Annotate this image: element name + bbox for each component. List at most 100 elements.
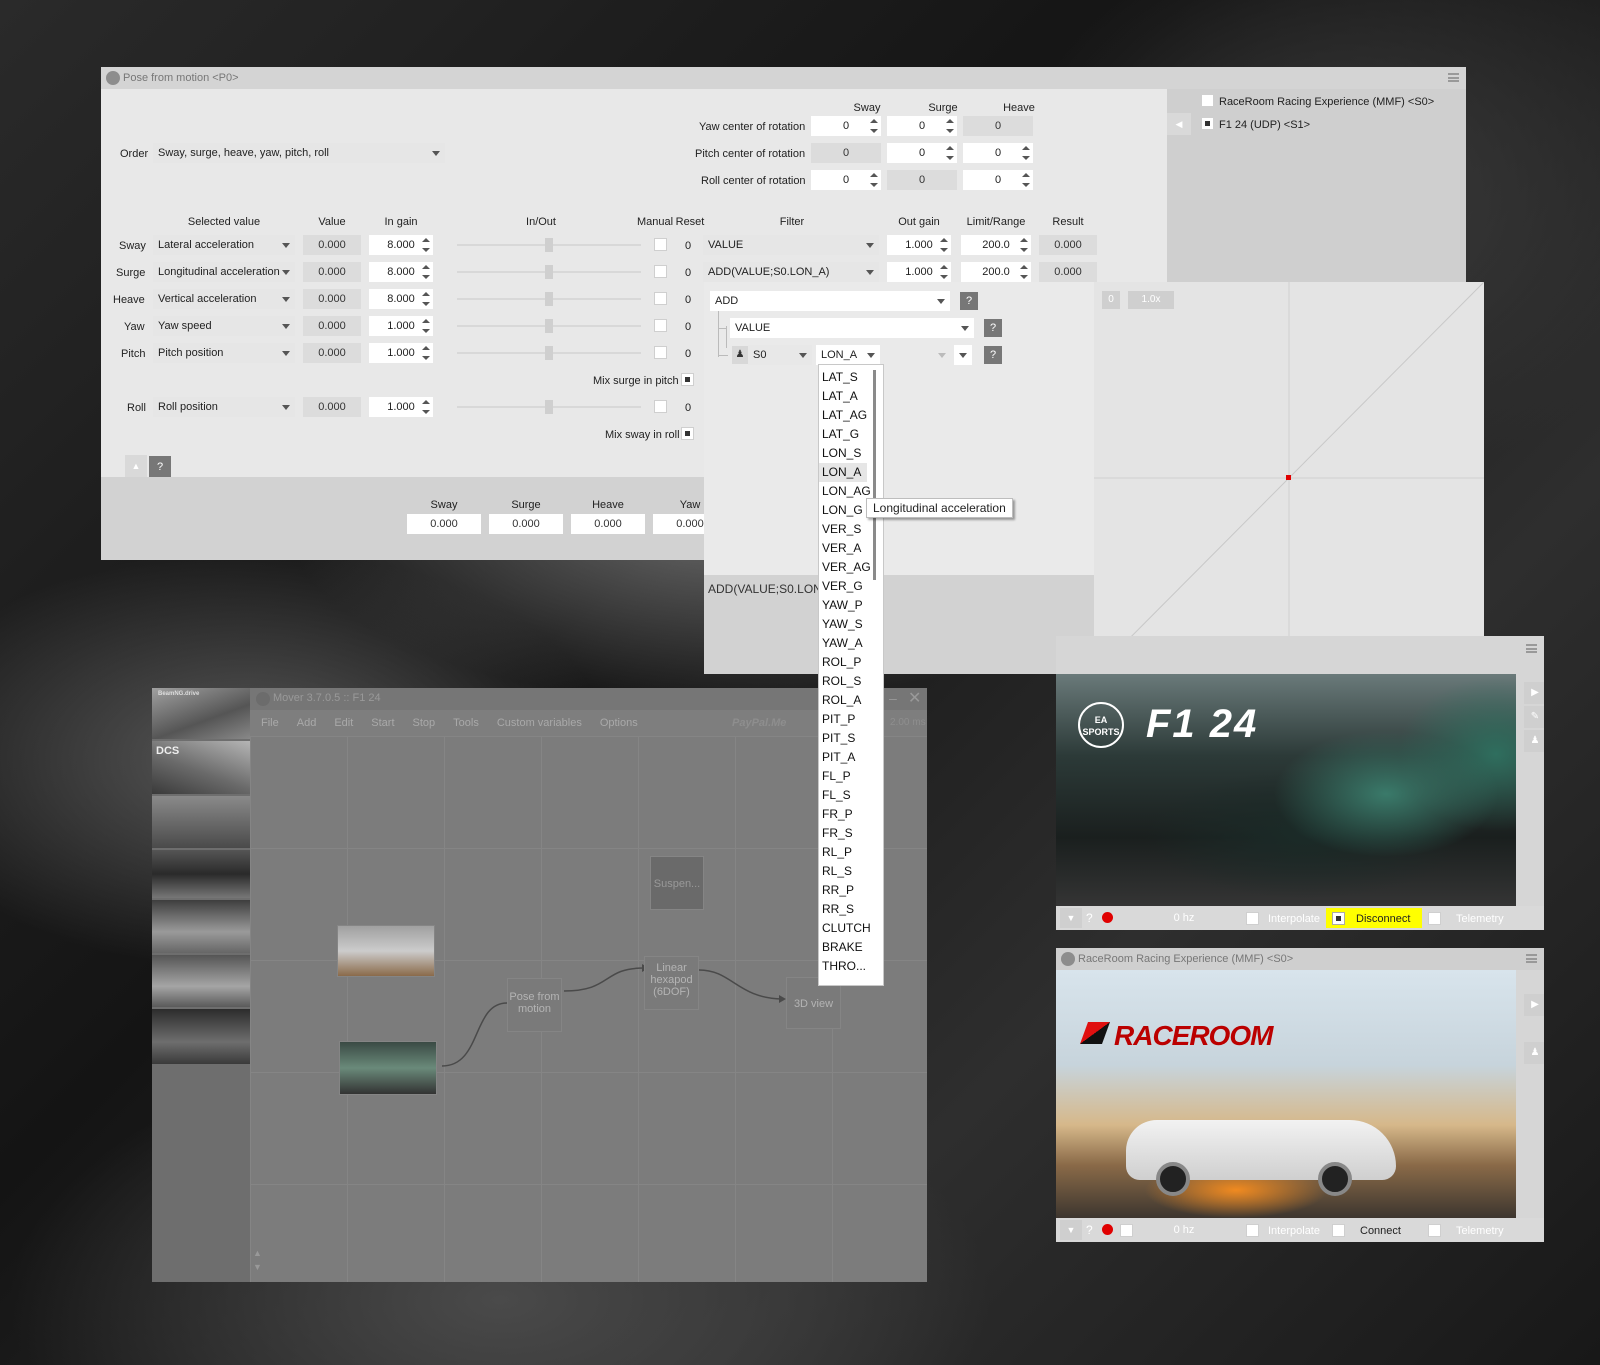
reset-value[interactable]: 0 (685, 267, 691, 279)
f1-interpolate-checkbox[interactable] (1246, 912, 1259, 925)
channel-option[interactable]: BRAKE (819, 938, 867, 957)
raceroom-connect-checkbox[interactable] (1332, 1224, 1345, 1237)
aux-dropdown-caret[interactable] (938, 353, 946, 358)
channel-option[interactable]: PIT_S (819, 729, 867, 748)
raceroom-record-button[interactable] (1102, 1224, 1113, 1235)
channel-option[interactable]: LAT_S (819, 368, 867, 387)
selected-value-dropdown[interactable]: Longitudinal acceleration (153, 262, 295, 282)
channel-option[interactable]: VER_A (819, 539, 867, 558)
reset-value[interactable]: 0 (685, 294, 691, 306)
channel-option[interactable]: VER_G (819, 577, 867, 596)
channel-option[interactable]: YAW_S (819, 615, 867, 634)
raceroom-connect-label[interactable]: Connect (1360, 1225, 1401, 1237)
in-out-slider[interactable] (457, 289, 641, 309)
f1-play-icon[interactable]: ▶ (1524, 682, 1544, 704)
reset-value[interactable]: 0 (685, 240, 691, 252)
options-scrollbar[interactable] (873, 370, 876, 580)
node-raceroom-source[interactable] (337, 925, 435, 977)
raceroom-collapse-button[interactable]: ▼ (1060, 1220, 1082, 1240)
channel-option[interactable]: LAT_A (819, 387, 867, 406)
manual-checkbox[interactable] (654, 292, 667, 305)
f1-collapse-button[interactable]: ▼ (1060, 908, 1082, 928)
node-f1-source[interactable] (339, 1041, 437, 1095)
filter-dropdown[interactable]: ADD(VALUE;S0.LON_A) (703, 262, 879, 282)
reset-value[interactable]: 0 (685, 402, 691, 414)
raceroom-joystick-icon[interactable]: ♟ (1524, 1042, 1544, 1064)
pitch-center-heave[interactable]: 0 (963, 143, 1033, 163)
raceroom-telemetry-checkbox[interactable] (1428, 1224, 1441, 1237)
channel-options-list[interactable]: LAT_S LAT_A LAT_AG LAT_G LON_S LON_A LON_AG LON… (818, 364, 884, 986)
channel-option[interactable]: ROL_A (819, 691, 867, 710)
in-gain-spinner[interactable]: 8.000 (369, 262, 433, 282)
channel-option[interactable]: RR_S (819, 900, 867, 919)
filter-op-dropdown[interactable]: ADD (710, 291, 950, 311)
f1-joystick-icon[interactable]: ♟ (1524, 730, 1544, 752)
collapse-up-button[interactable]: ▲ (125, 455, 147, 477)
manual-checkbox[interactable] (654, 400, 667, 413)
in-out-slider[interactable] (457, 235, 641, 255)
roll-center-sway[interactable]: 0 (811, 170, 881, 190)
manual-checkbox[interactable] (654, 319, 667, 332)
manual-checkbox[interactable] (654, 238, 667, 251)
channel-option[interactable]: FR_P (819, 805, 867, 824)
selected-value-dropdown[interactable]: Vertical acceleration (153, 289, 295, 309)
channel-option[interactable]: VER_AG (819, 558, 871, 577)
help-button[interactable]: ? (149, 456, 171, 478)
yaw-center-sway[interactable]: 0 (811, 116, 881, 136)
channel-option[interactable]: FL_S (819, 786, 867, 805)
filter-value-help[interactable]: ? (984, 319, 1002, 337)
out-gain-spinner[interactable]: 1.000 (887, 235, 951, 255)
channel-option[interactable]: PIT_A (819, 748, 867, 767)
out-gain-spinner[interactable]: 1.000 (887, 262, 951, 282)
source-checkbox-s0[interactable] (1201, 94, 1214, 107)
in-gain-spinner[interactable]: 1.000 (369, 397, 433, 417)
node-linear-hexapod[interactable]: Linear hexapod (6DOF) (644, 956, 699, 1010)
selected-value-dropdown[interactable]: Lateral acceleration (153, 235, 295, 255)
in-out-slider[interactable] (457, 316, 641, 336)
filter-op-help[interactable]: ? (960, 292, 978, 310)
channel-option[interactable]: FR_S (819, 824, 867, 843)
channel-option[interactable]: LON_G (819, 501, 867, 520)
channel-option[interactable]: ROL_S (819, 672, 867, 691)
order-dropdown[interactable]: Sway, surge, heave, yaw, pitch, roll (153, 143, 445, 163)
manual-checkbox[interactable] (654, 265, 667, 278)
mix-surge-checkbox[interactable] (681, 373, 694, 386)
in-out-slider[interactable] (457, 397, 641, 417)
channel-option[interactable]: YAW_A (819, 634, 867, 653)
channel-option[interactable]: YAW_P (819, 596, 867, 615)
reset-value[interactable]: 0 (685, 348, 691, 360)
in-out-slider[interactable] (457, 343, 641, 363)
f1-edit-icon[interactable]: ✎ (1524, 706, 1544, 728)
channel-option[interactable]: RL_P (819, 843, 867, 862)
in-gain-spinner[interactable]: 1.000 (369, 316, 433, 336)
selected-value-dropdown[interactable]: Yaw speed (153, 316, 295, 336)
node-suspension[interactable]: Suspen... (650, 856, 704, 910)
channel-option[interactable]: RR_P (819, 881, 867, 900)
hamburger-menu-icon[interactable] (1448, 73, 1459, 82)
channel-option[interactable]: LON_AG (819, 482, 871, 501)
in-out-slider[interactable] (457, 262, 641, 282)
channel-option[interactable]: LON_A (819, 463, 867, 482)
graph-zoom-button[interactable]: 1.0x (1128, 291, 1174, 309)
raceroom-record-checkbox[interactable] (1120, 1224, 1133, 1237)
filter-source-help[interactable]: ? (984, 346, 1002, 364)
f1-telemetry-checkbox[interactable] (1428, 912, 1441, 925)
raceroom-play-icon[interactable]: ▶ (1524, 994, 1544, 1016)
reset-value[interactable]: 0 (685, 321, 691, 333)
source-dropdown[interactable]: S0 (748, 345, 812, 365)
f1-hamburger-icon[interactable] (1526, 644, 1537, 653)
in-gain-spinner[interactable]: 8.000 (369, 289, 433, 309)
manual-checkbox[interactable] (654, 346, 667, 359)
channel-option[interactable]: PIT_P (819, 710, 867, 729)
filter-graph[interactable] (1094, 282, 1484, 674)
selected-value-dropdown[interactable]: Roll position (153, 397, 295, 417)
filter-value-dropdown[interactable]: VALUE (730, 318, 974, 338)
yaw-center-surge[interactable]: 0 (887, 116, 957, 136)
f1-connect-checkbox[interactable] (1332, 912, 1345, 925)
collapse-sources-button[interactable]: ◀ (1167, 113, 1191, 135)
raceroom-interpolate-checkbox[interactable] (1246, 1224, 1259, 1237)
node-pose-from-motion[interactable]: Pose from motion (507, 978, 562, 1032)
f1-help-button[interactable]: ? (1086, 911, 1093, 925)
channel-option[interactable]: FL_P (819, 767, 867, 786)
channel-option[interactable]: RL_S (819, 862, 867, 881)
